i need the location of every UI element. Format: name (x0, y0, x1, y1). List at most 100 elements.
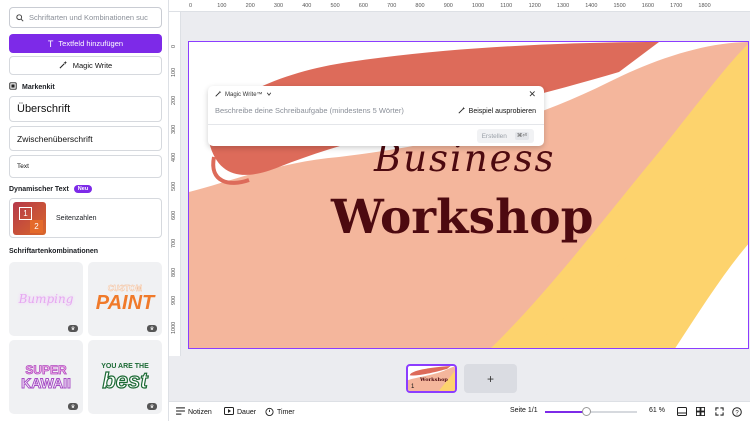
ruler-tick-label: 1100 (500, 3, 513, 9)
ruler-tick-label: 300 (171, 124, 177, 134)
ruler-tick-label: 500 (171, 181, 177, 191)
notes-icon (176, 407, 185, 417)
ruler-tick-label: 700 (171, 239, 177, 249)
magic-wand-icon (59, 60, 68, 71)
combo-preview: YOU ARE THE best (101, 362, 149, 393)
duration-button[interactable]: Dauer (224, 407, 256, 417)
page-thumbnail[interactable]: Workshop 1 (406, 364, 457, 393)
ruler-tick-label: 1400 (585, 3, 598, 9)
ruler-tick-label: 900 (443, 3, 453, 9)
brand-kit-header[interactable]: Markenkit (9, 82, 55, 92)
font-combinations-header: Schriftartenkombinationen (9, 248, 98, 255)
font-combo-you-are-the-best[interactable]: YOU ARE THE best ♛ (88, 340, 162, 414)
dynamic-text-header: Dynamischer Text Neu (9, 185, 93, 193)
ruler-tick-label: 500 (330, 3, 340, 9)
search-icon (16, 9, 24, 27)
timer-button[interactable]: Timer (265, 407, 295, 418)
plus-icon: + (486, 371, 494, 386)
ruler-tick-label: 0 (189, 3, 193, 9)
combo-preview: SUPER KAWAII (21, 363, 72, 391)
crown-icon: ♛ (68, 325, 78, 332)
main-title-text[interactable]: Workshop (331, 190, 593, 245)
heading-label: Überschrift (17, 103, 71, 115)
create-label: Erstellen (481, 132, 507, 140)
font-combo-super-kawaii[interactable]: SUPER KAWAII ♛ (9, 340, 83, 414)
ruler-tick-label: 600 (358, 3, 368, 9)
magic-write-title: Magic Write™ (225, 91, 263, 98)
combo-preview: CUSTOM PAINT (95, 284, 155, 314)
vertical-ruler: 0 100 200 300 400 500 600 700 800 900 1000 (169, 12, 181, 356)
add-body-text-button[interactable]: Text (9, 155, 162, 178)
body-text-label: Text (17, 163, 29, 170)
fullscreen-icon[interactable] (715, 407, 724, 416)
ruler-tick-label: 1300 (556, 3, 570, 9)
bottom-bar: Notizen Dauer Timer Seite 1/1 61 % ? (169, 401, 750, 421)
crown-icon: ♛ (68, 403, 78, 410)
page-indicator[interactable]: Seite 1/1 (510, 407, 538, 414)
ruler-tick-label: 100 (171, 67, 177, 77)
ruler-tick-label: 100 (217, 3, 227, 9)
ruler-tick-label: 900 (171, 296, 177, 306)
try-example-label: Beispiel ausprobieren (468, 107, 536, 115)
zoom-slider-handle[interactable] (581, 407, 591, 416)
shortcut-hint: ⌘⏎ (514, 132, 529, 140)
ruler-tick-label: 700 (387, 3, 397, 9)
help-icon[interactable]: ? (732, 407, 742, 417)
divider (208, 124, 544, 125)
zoom-slider-fill (545, 411, 586, 413)
add-page-button[interactable]: + (464, 364, 517, 393)
ruler-tick-label: 200 (245, 3, 255, 9)
ruler-tick-label: 1700 (670, 3, 683, 9)
add-subheading-button[interactable]: Zwischenüberschrift (9, 126, 162, 151)
brand-kit-label: Markenkit (22, 83, 55, 91)
notes-label: Notizen (188, 408, 212, 416)
page-numbers-icon: 1 2 (13, 201, 46, 235)
horizontal-ruler: 0 100 200 300 400 500 600 700 800 900 1000 1100 1200… (169, 0, 750, 12)
text-t-icon: T (47, 38, 54, 49)
play-icon (224, 407, 234, 417)
ruler-tick-label: 1600 (641, 3, 655, 9)
notes-button[interactable]: Notizen (176, 407, 212, 417)
close-icon[interactable]: ✕ (528, 89, 536, 100)
page-view-icon[interactable] (677, 407, 687, 416)
ruler-tick-label: 1500 (613, 3, 626, 9)
ruler-tick-label: 400 (302, 3, 312, 9)
ruler-tick-label: 1800 (698, 3, 711, 9)
thumbnail-page-number: 1 (411, 384, 415, 390)
magic-write-button[interactable]: Magic Write (9, 56, 162, 75)
ruler-tick-label: 1000 (171, 321, 177, 334)
combo-preview: Bumping (18, 292, 74, 306)
add-heading-button[interactable]: Überschrift (9, 96, 162, 122)
magic-wand-icon (215, 90, 222, 99)
timer-icon (265, 407, 274, 418)
page-numbers-label: Seitenzahlen (56, 214, 97, 222)
zoom-level[interactable]: 61 % (649, 407, 665, 414)
magic-write-panel: Magic Write™ ✕ Beschreibe deine Schreiba… (208, 86, 544, 146)
magic-write-prompt-input[interactable]: Beschreibe deine Schreibaufgabe (mindest… (215, 106, 404, 115)
duration-label: Dauer (237, 408, 257, 416)
brand-kit-icon (9, 82, 17, 92)
subheading-label: Zwischenüberschrift (17, 133, 93, 144)
ruler-tick-label: 800 (171, 267, 177, 277)
page-numbers-button[interactable]: 1 2 Seitenzahlen (9, 198, 162, 238)
ruler-tick-label: 1200 (528, 3, 541, 9)
grid-view-icon[interactable] (696, 407, 705, 416)
magic-wand-icon (458, 106, 466, 116)
zoom-slider[interactable] (545, 407, 637, 416)
font-combinations-label: Schriftartenkombinationen (9, 248, 99, 255)
add-textbox-button[interactable]: T Textfeld hinzufügen (9, 34, 162, 53)
chevron-down-icon (266, 91, 272, 99)
ruler-tick-label: 400 (171, 153, 177, 163)
ruler-tick-label: 0 (171, 44, 177, 48)
magic-write-label: Magic Write (72, 61, 113, 70)
magic-write-dropdown[interactable]: Magic Write™ (215, 90, 272, 99)
try-example-button[interactable]: Beispiel ausprobieren (458, 106, 536, 116)
create-button[interactable]: Erstellen ⌘⏎ (476, 129, 534, 143)
font-combo-custom-paint[interactable]: CUSTOM PAINT ♛ (88, 262, 162, 336)
crown-icon: ♛ (147, 403, 157, 410)
text-panel: Schriftarten und Kombinationen suc T Tex… (0, 0, 169, 421)
font-search-input[interactable]: Schriftarten und Kombinationen suc (9, 7, 162, 28)
ruler-tick-label: 1000 (472, 3, 485, 9)
ruler-tick-label: 300 (273, 3, 284, 9)
font-combo-bumping[interactable]: Bumping ♛ (9, 262, 83, 336)
